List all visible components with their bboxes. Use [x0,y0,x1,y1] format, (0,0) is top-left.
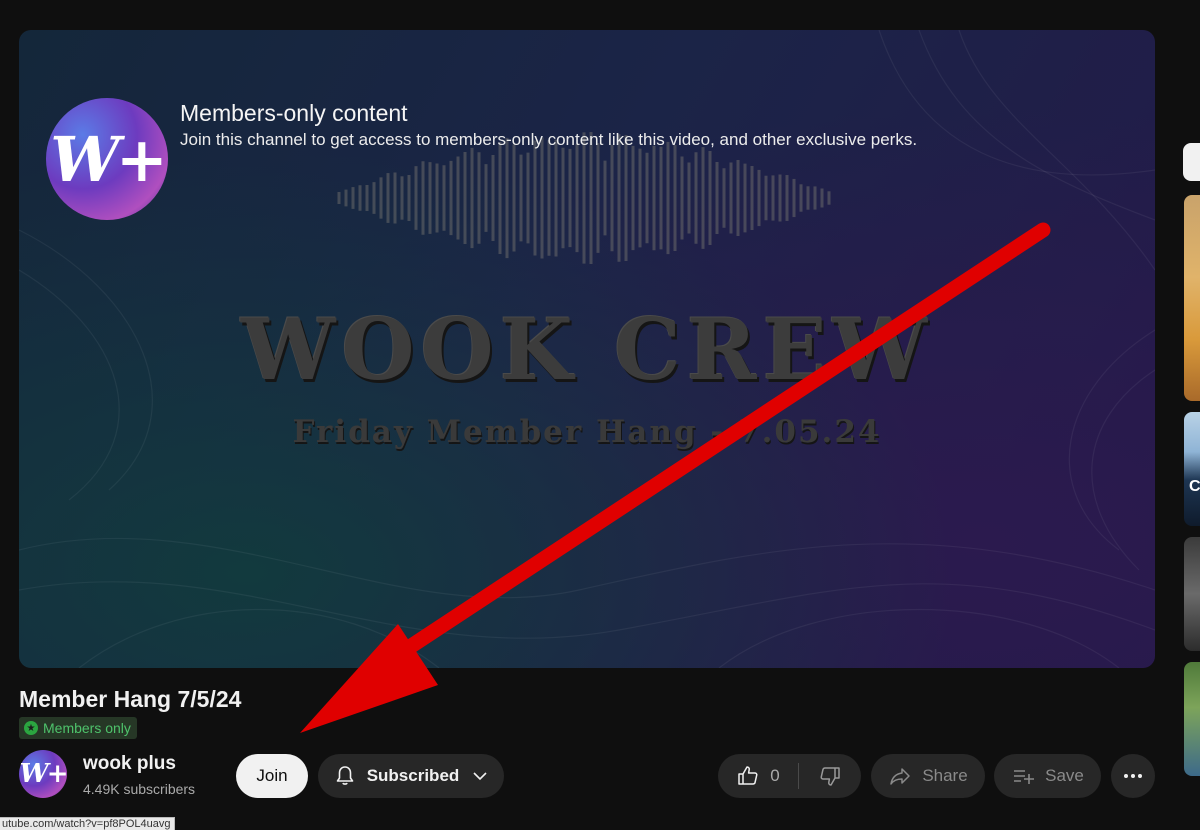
members-only-label: Members only [43,720,131,736]
thumbs-down-icon [820,767,840,786]
like-count: 0 [770,766,780,785]
video-player[interactable]: W+ Members-only content Join this channe… [19,30,1155,668]
more-horizontal-icon [1124,774,1142,778]
thumbnail-title: WOOK CREW [241,300,933,399]
members-star-icon: ★ [24,721,38,735]
subscribed-label: Subscribed [366,766,460,785]
watch-page: W+ Members-only content Join this channe… [0,0,1200,830]
share-arrow-icon [890,768,911,785]
subscriber-count: 4.49K subscribers [83,781,196,797]
like-button[interactable]: 0 [718,764,798,788]
recommendation-thumbnail-4[interactable] [1184,662,1200,776]
channel-avatar[interactable]: W+ [19,750,69,798]
status-bar-url: utube.com/watch?v=pf8POL4uavg [0,817,176,830]
thumbs-up-icon [738,766,758,785]
overlay-title: Members-only content [180,100,408,126]
channel-logo: W+ [50,122,168,196]
more-actions-button[interactable] [1111,754,1155,798]
like-dislike-group: 0 [718,754,861,798]
share-label: Share [922,766,968,785]
overlay-description: Join this channel to get access to membe… [180,130,918,149]
dislike-button[interactable] [799,764,861,788]
members-only-overlay: W+ Members-only content Join this channe… [46,98,917,220]
join-button[interactable]: Join [236,754,308,798]
save-label: Save [1045,766,1084,785]
channel-badge: W+ [46,98,168,220]
recommendation-thumbnail-3[interactable] [1184,537,1200,651]
subscribed-button[interactable]: Subscribed [318,754,504,798]
recommendation-thumbnail-2-text: C [1189,478,1200,495]
bell-icon [336,766,354,785]
recommendation-thumbnail-2[interactable]: C [1184,412,1200,526]
video-title: Member Hang 7/5/24 [19,686,242,712]
thumbnail-subtitle: Friday Member Hang - 7.05.24 [292,414,882,450]
members-only-badge: ★ Members only [19,717,137,739]
avatar-logo: W+ [19,759,69,789]
channel-name[interactable]: wook plus [83,753,176,775]
chevron-down-icon [473,772,487,781]
save-button[interactable]: Save [994,754,1101,798]
playlist-add-icon [1014,770,1035,784]
recommendation-thumbnail-1[interactable] [1184,195,1200,401]
recommendation-filter-chip[interactable] [1183,143,1200,181]
share-button[interactable]: Share [871,754,985,798]
